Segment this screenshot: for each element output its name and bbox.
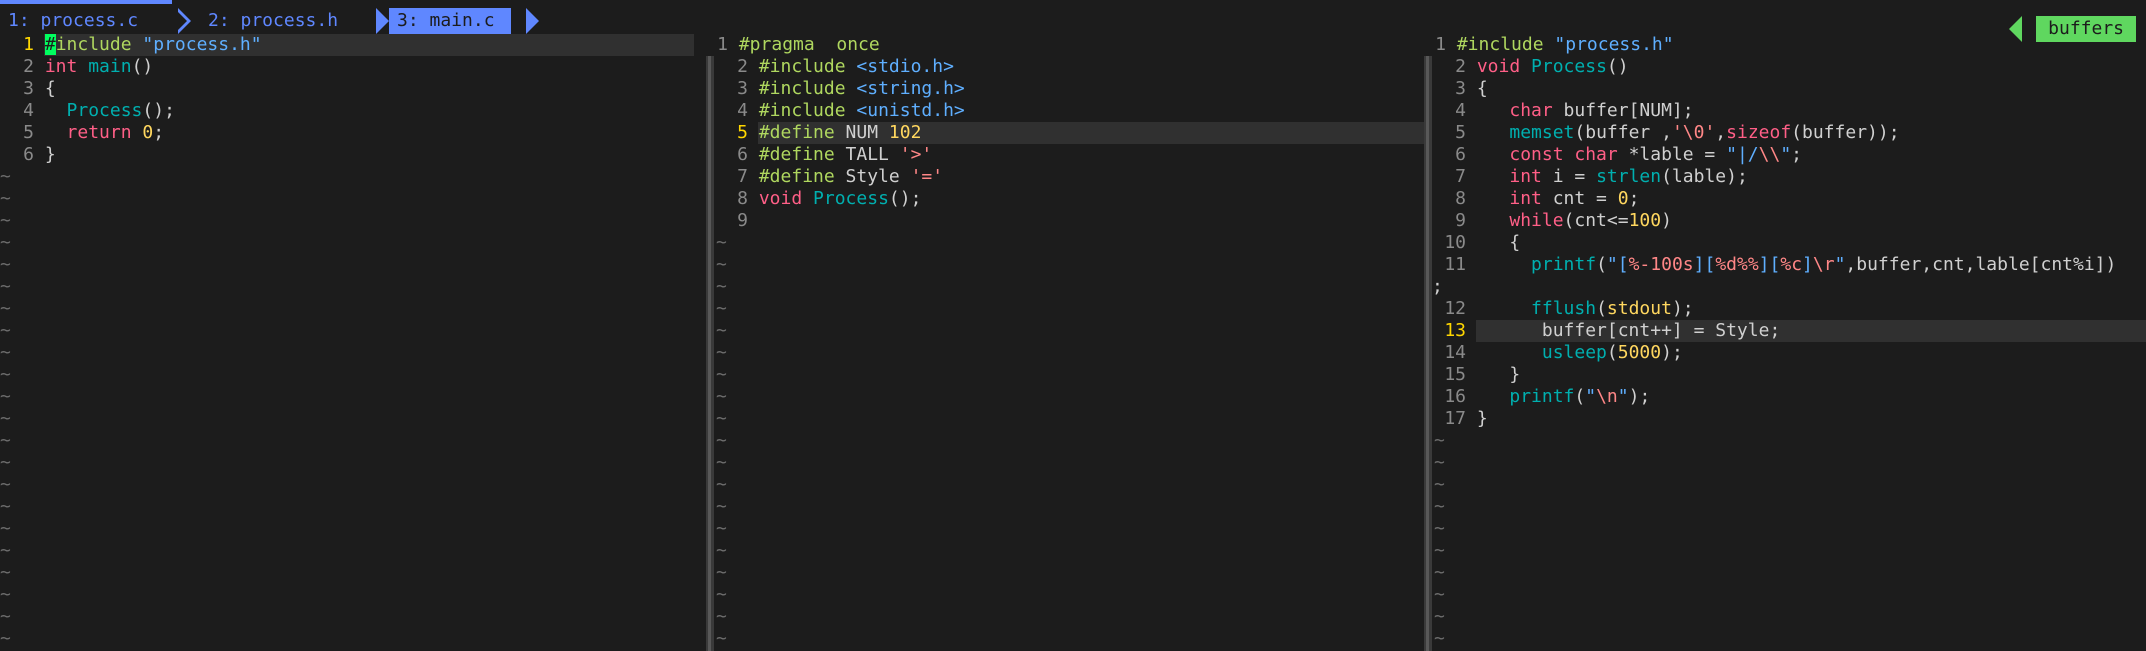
tilde-marker: ~: [716, 408, 727, 429]
tilde-marker: ~: [1434, 474, 1445, 495]
tilde-marker: ~: [0, 386, 11, 407]
tab-process-c[interactable]: 1: process.c: [8, 8, 138, 34]
code-line[interactable]: 11 printf("[%-100s][%d%%][%c]\r",buffer,…: [1432, 254, 2116, 276]
tilde-marker: ~: [716, 452, 727, 473]
tilde-marker: ~: [0, 276, 11, 297]
code-line[interactable]: 16 printf("\n");: [1432, 386, 1650, 408]
tilde-marker: ~: [1434, 540, 1445, 561]
tilde-marker: ~: [0, 518, 11, 539]
tilde-marker: ~: [0, 628, 11, 649]
tilde-marker: ~: [1434, 518, 1445, 539]
tilde-marker: ~: [1434, 452, 1445, 473]
tilde-marker: ~: [0, 364, 11, 385]
tilde-marker: ~: [1434, 584, 1445, 605]
code-line[interactable]: 14 usleep(5000);: [1432, 342, 1682, 364]
code-line[interactable]: 8 void Process();: [714, 188, 921, 210]
code-line[interactable]: 8 int cnt = 0;: [1432, 188, 1639, 210]
tilde-marker: ~: [716, 386, 727, 407]
code-line[interactable]: 13 buffer[cnt++] = Style;: [1432, 320, 1780, 342]
tilde-marker: ~: [716, 562, 727, 583]
code-line[interactable]: 15 }: [1432, 364, 1520, 386]
code-line[interactable]: 6 #define TALL '>': [714, 144, 932, 166]
code-line-wrap[interactable]: ;: [1432, 276, 1443, 298]
code-line[interactable]: 5 return 0;: [0, 122, 164, 144]
code-line[interactable]: 1 #pragma once: [714, 34, 880, 56]
code-line[interactable]: 9: [714, 210, 759, 232]
code-line[interactable]: 4 #include <unistd.h>: [714, 100, 965, 122]
tab-main-c[interactable]: 3: main.c: [389, 8, 511, 34]
tab-end-arrow-icon: [526, 8, 539, 34]
top-highlight-bar: [0, 0, 2146, 4]
vertical-split-bar[interactable]: [1424, 56, 1432, 651]
tilde-marker: ~: [716, 254, 727, 275]
tilde-marker: ~: [0, 474, 11, 495]
code-line[interactable]: 1 #include "process.h": [1432, 34, 1673, 56]
code-line[interactable]: 7 int i = strlen(lable);: [1432, 166, 1748, 188]
vertical-split-bar[interactable]: [706, 56, 714, 651]
tilde-marker: ~: [716, 628, 727, 649]
tilde-marker: ~: [716, 298, 727, 319]
code-line[interactable]: 5 memset(buffer ,'\0',sizeof(buffer));: [1432, 122, 1899, 144]
tilde-marker: ~: [716, 540, 727, 561]
tilde-marker: ~: [716, 430, 727, 451]
tilde-marker: ~: [0, 188, 11, 209]
code-line[interactable]: 17 }: [1432, 408, 1487, 430]
code-line[interactable]: 6 }: [0, 144, 56, 166]
tilde-marker: ~: [0, 562, 11, 583]
tilde-marker: ~: [716, 496, 727, 517]
code-line[interactable]: 2 void Process(): [1432, 56, 1628, 78]
tilde-marker: ~: [716, 276, 727, 297]
code-line[interactable]: 5 #define NUM 102: [714, 122, 921, 144]
tilde-marker: ~: [1434, 430, 1445, 451]
code-line[interactable]: 9 while(cnt<=100): [1432, 210, 1672, 232]
code-line[interactable]: 4 char buffer[NUM];: [1432, 100, 1693, 122]
tab-separator-icon: [376, 8, 389, 34]
code-line[interactable]: 12 fflush(stdout);: [1432, 298, 1693, 320]
tilde-marker: ~: [0, 298, 11, 319]
tilde-marker: ~: [0, 166, 11, 187]
tilde-marker: ~: [716, 474, 727, 495]
code-line[interactable]: 3 {: [1432, 78, 1488, 100]
tilde-marker: ~: [1434, 606, 1445, 627]
tilde-marker: ~: [716, 518, 727, 539]
tilde-marker: ~: [0, 540, 11, 561]
tilde-marker: ~: [0, 254, 11, 275]
tab-process-h[interactable]: 2: process.h: [208, 8, 338, 34]
tilde-marker: ~: [0, 606, 11, 627]
tilde-marker: ~: [0, 408, 11, 429]
tilde-marker: ~: [0, 584, 11, 605]
code-line[interactable]: 1 #include "process.h": [0, 34, 262, 56]
tilde-marker: ~: [716, 342, 727, 363]
tilde-marker: ~: [1434, 562, 1445, 583]
code-line[interactable]: 4 Process();: [0, 100, 175, 122]
tilde-marker: ~: [716, 232, 727, 253]
code-line[interactable]: 2 int main(): [0, 56, 153, 78]
code-line[interactable]: 7 #define Style '=': [714, 166, 943, 188]
tilde-marker: ~: [716, 584, 727, 605]
tilde-marker: ~: [0, 210, 11, 231]
tilde-marker: ~: [0, 496, 11, 517]
editor-pane-main-c[interactable]: 1 #include "process.h" 2 int main() 3 { …: [0, 34, 706, 651]
code-line[interactable]: 6 const char *lable = "|/\\";: [1432, 144, 1802, 166]
tilde-marker: ~: [0, 232, 11, 253]
editor-pane-process-h[interactable]: 1 #pragma once 2 #include <stdio.h> 3 #i…: [714, 34, 1424, 651]
tilde-marker: ~: [0, 430, 11, 451]
code-line[interactable]: 2 #include <stdio.h>: [714, 56, 954, 78]
tab-line: 1: process.c 2: process.h 3: main.c buff…: [0, 8, 2146, 42]
tilde-marker: ~: [0, 452, 11, 473]
editor-pane-process-c[interactable]: 1 #include "process.h" 2 void Process() …: [1432, 34, 2146, 651]
code-line[interactable]: 3 {: [0, 78, 56, 100]
tilde-marker: ~: [716, 364, 727, 385]
tab-separator-inner: [174, 8, 187, 34]
tilde-marker: ~: [0, 342, 11, 363]
tilde-marker: ~: [716, 320, 727, 341]
tilde-marker: ~: [0, 320, 11, 341]
tilde-marker: ~: [716, 606, 727, 627]
code-line[interactable]: 10 {: [1432, 232, 1520, 254]
tilde-marker: ~: [1434, 628, 1445, 649]
tilde-marker: ~: [1434, 496, 1445, 517]
code-line[interactable]: 3 #include <string.h>: [714, 78, 965, 100]
